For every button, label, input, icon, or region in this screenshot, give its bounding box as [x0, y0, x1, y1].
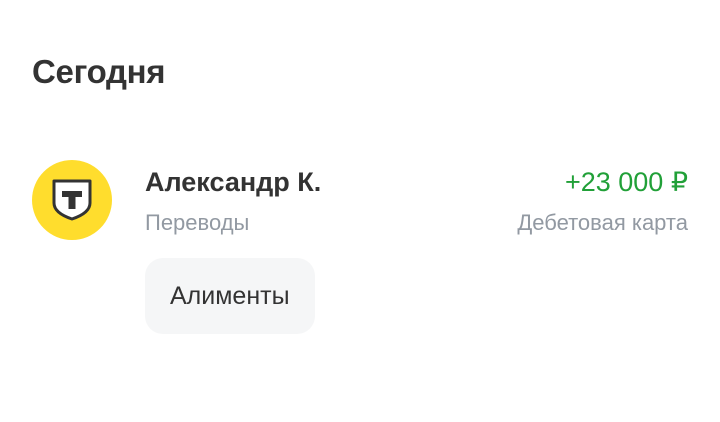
section-title-today: Сегодня	[32, 53, 166, 90]
bank-logo-avatar	[32, 160, 112, 240]
transaction-category: Переводы	[145, 210, 250, 235]
transaction-tag-chip[interactable]: Алименты	[145, 258, 315, 334]
bank-logo-icon	[52, 179, 92, 221]
transaction-item[interactable]: Александр К. Переводы +23 000 ₽ Дебетова…	[0, 150, 720, 350]
transaction-amount: +23 000 ₽	[564, 167, 688, 197]
counterparty-name: Александр К.	[145, 167, 322, 197]
account-type: Дебетовая карта	[517, 210, 688, 235]
